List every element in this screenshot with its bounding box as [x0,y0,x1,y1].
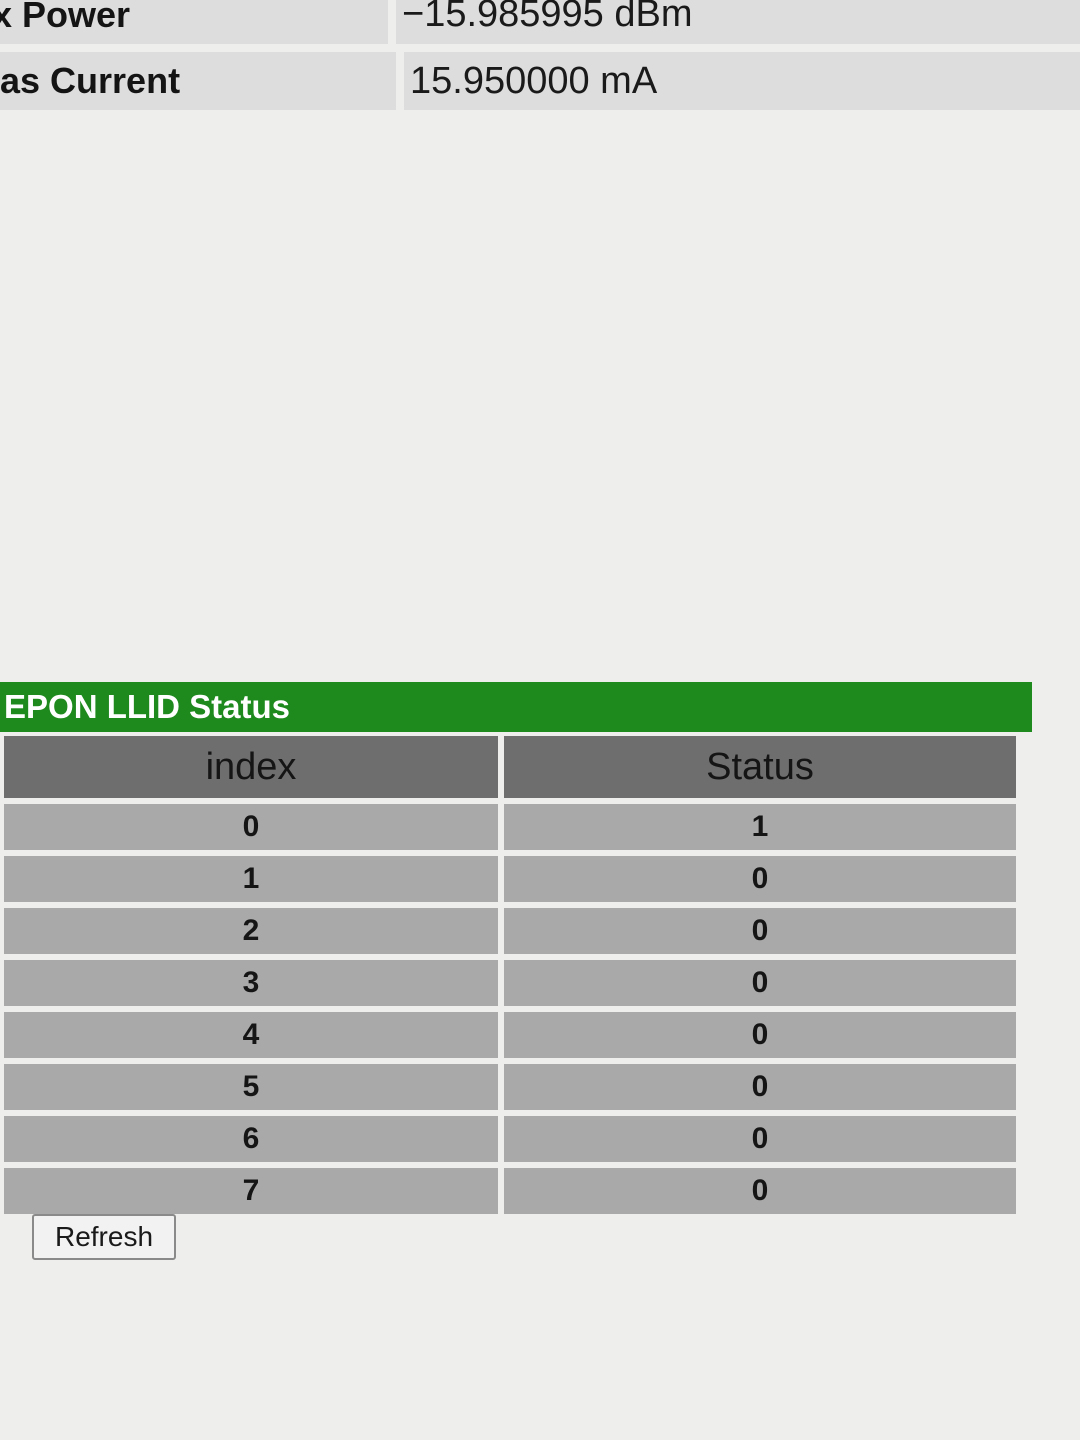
info-label-bias-current: as Current [0,52,396,110]
column-header-status: Status [504,736,1016,798]
table-row: 6 0 [4,1116,1016,1162]
index-cell: 3 [4,960,498,1006]
table-row: 0 1 [4,804,1016,850]
info-label-power: x Power [0,0,388,44]
table-row: 2 0 [4,908,1016,954]
table-row: 5 0 [4,1064,1016,1110]
index-cell: 5 [4,1064,498,1110]
llid-status-table: index Status 0 1 1 0 2 0 3 0 4 0 5 0 6 0… [0,730,1022,1220]
index-cell: 1 [4,856,498,902]
index-cell: 0 [4,804,498,850]
status-cell: 0 [504,1116,1016,1162]
index-cell: 6 [4,1116,498,1162]
index-cell: 4 [4,1012,498,1058]
table-row: 4 0 [4,1012,1016,1058]
optical-info-table: x Power −15.985995 dBm as Current 15.950… [0,0,1080,118]
info-value-power: −15.985995 dBm [396,0,1080,44]
index-cell: 2 [4,908,498,954]
status-cell: 1 [504,804,1016,850]
llid-section-title: EPON LLID Status [0,682,1032,732]
llid-status-section: EPON LLID Status index Status 0 1 1 0 2 … [0,682,1032,1220]
table-row: 7 0 [4,1168,1016,1214]
status-cell: 0 [504,960,1016,1006]
table-header-row: index Status [4,736,1016,798]
status-cell: 0 [504,1168,1016,1214]
info-row-power: x Power −15.985995 dBm [0,0,1080,44]
info-value-bias-current: 15.950000 mA [404,52,1080,110]
status-cell: 0 [504,908,1016,954]
column-header-index: index [4,736,498,798]
info-row-bias-current: as Current 15.950000 mA [0,52,1080,110]
status-cell: 0 [504,1012,1016,1058]
table-row: 1 0 [4,856,1016,902]
refresh-button[interactable]: Refresh [32,1214,176,1260]
status-cell: 0 [504,1064,1016,1110]
index-cell: 7 [4,1168,498,1214]
status-cell: 0 [504,856,1016,902]
table-row: 3 0 [4,960,1016,1006]
